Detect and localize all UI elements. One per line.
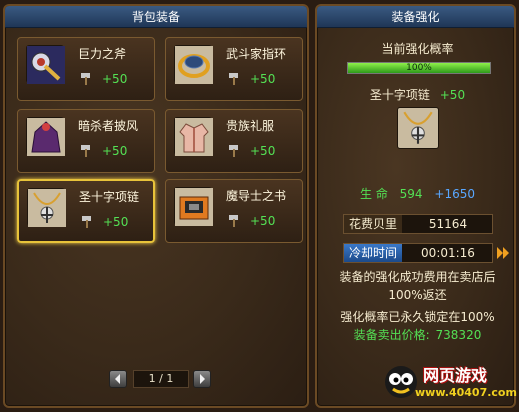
necklace-icon <box>27 188 66 227</box>
item-bonus: +50 <box>250 72 276 86</box>
sell-line: 装备卖出价格: 738320 <box>317 326 518 343</box>
hammer-icon <box>81 73 90 85</box>
item-bonus: +50 <box>102 144 128 158</box>
rate-label: 当前强化概率 <box>381 42 454 56</box>
item-slot-necklace[interactable]: 圣十字项链 +50 <box>17 179 155 243</box>
hammer-icon <box>229 145 238 157</box>
item-name: 圣十字项链 <box>79 190 140 204</box>
backpack-title: 背包装备 <box>5 6 307 28</box>
necklace-icon <box>403 111 433 144</box>
axe-icon <box>26 45 65 84</box>
pager: 1 / 1 <box>109 370 213 390</box>
note-line-3: 强化概率已永久锁定在100% <box>340 310 495 324</box>
cost-label: 花费贝里 <box>344 215 402 233</box>
enhance-title: 装备强化 <box>317 6 514 28</box>
note-line-2: 100%返还 <box>388 288 447 302</box>
note-line-1: 装备的强化成功费用在卖店后 <box>339 270 496 284</box>
item-name: 贵族礼服 <box>226 119 275 133</box>
item-name: 暗杀者披风 <box>78 119 139 133</box>
cooldown-row: 冷却时间 00:01:16 <box>343 243 493 263</box>
item-slot-cloak[interactable]: 暗杀者披风 +50 <box>17 109 155 173</box>
target-item-name: 圣十字项链 <box>369 88 430 102</box>
rate-value: 100% <box>406 63 432 73</box>
watermark-url: www.40407.com <box>415 386 517 399</box>
item-slot-jacket[interactable]: 贵族礼服 +50 <box>165 109 303 173</box>
target-item-bonus: +50 <box>439 88 466 102</box>
sell-value: 738320 <box>435 328 482 342</box>
mascot-logo-icon <box>385 366 417 398</box>
site-watermark: 网页游戏 www.40407.com <box>383 358 517 406</box>
prev-page-button[interactable] <box>109 370 127 388</box>
watermark-title: 网页游戏 <box>423 366 488 385</box>
item-bonus: +50 <box>102 72 128 86</box>
book-icon <box>174 187 213 226</box>
sell-label: 装备卖出价格: <box>353 328 430 342</box>
chevron-left-icon <box>115 374 120 384</box>
hammer-icon <box>82 216 91 228</box>
item-bonus: +50 <box>250 144 276 158</box>
target-item-line: 圣十字项链 +50 <box>317 86 518 103</box>
hammer-icon <box>229 73 238 85</box>
target-item-slot[interactable] <box>397 107 439 149</box>
double-arrow-icon <box>497 247 509 259</box>
page-indicator: 1 / 1 <box>133 370 189 388</box>
chevron-right-icon <box>200 374 205 384</box>
item-slot-axe[interactable]: 巨力之斧 +50 <box>17 37 155 101</box>
stat-bonus: +1650 <box>434 187 475 201</box>
stat-value: 594 <box>399 187 423 201</box>
next-page-button[interactable] <box>193 370 211 388</box>
stat-line: 生 命 594 +1650 <box>317 185 518 202</box>
ring-icon <box>174 45 213 84</box>
cooldown-value: 00:01:16 <box>421 246 475 260</box>
hammer-icon <box>229 215 238 227</box>
speedup-button[interactable] <box>495 244 511 262</box>
cost-value: 51164 <box>428 217 468 231</box>
cloak-icon <box>26 117 65 156</box>
enhance-panel: 装备强化 当前强化概率 100% 圣十字项链 +50 生 命 594 +1650… <box>315 4 518 408</box>
item-name: 武斗家指环 <box>226 47 287 61</box>
hammer-icon <box>81 145 90 157</box>
item-bonus: +50 <box>103 215 129 229</box>
rate-bar: 100% <box>347 62 491 74</box>
cooldown-label: 冷却时间 <box>344 244 402 262</box>
backpack-panel: 背包装备 巨力之斧 +50 武斗家指环 +50 暗杀者披风 +50 贵族礼服 +… <box>3 4 309 408</box>
stat-label: 生 命 <box>360 187 388 201</box>
jacket-icon <box>174 117 213 156</box>
item-name: 魔导士之书 <box>226 189 287 203</box>
item-bonus: +50 <box>250 214 276 228</box>
cost-row: 花费贝里 51164 <box>343 214 493 234</box>
item-name: 巨力之斧 <box>78 47 127 61</box>
item-slot-ring[interactable]: 武斗家指环 +50 <box>165 37 303 101</box>
item-slot-book[interactable]: 魔导士之书 +50 <box>165 179 303 243</box>
